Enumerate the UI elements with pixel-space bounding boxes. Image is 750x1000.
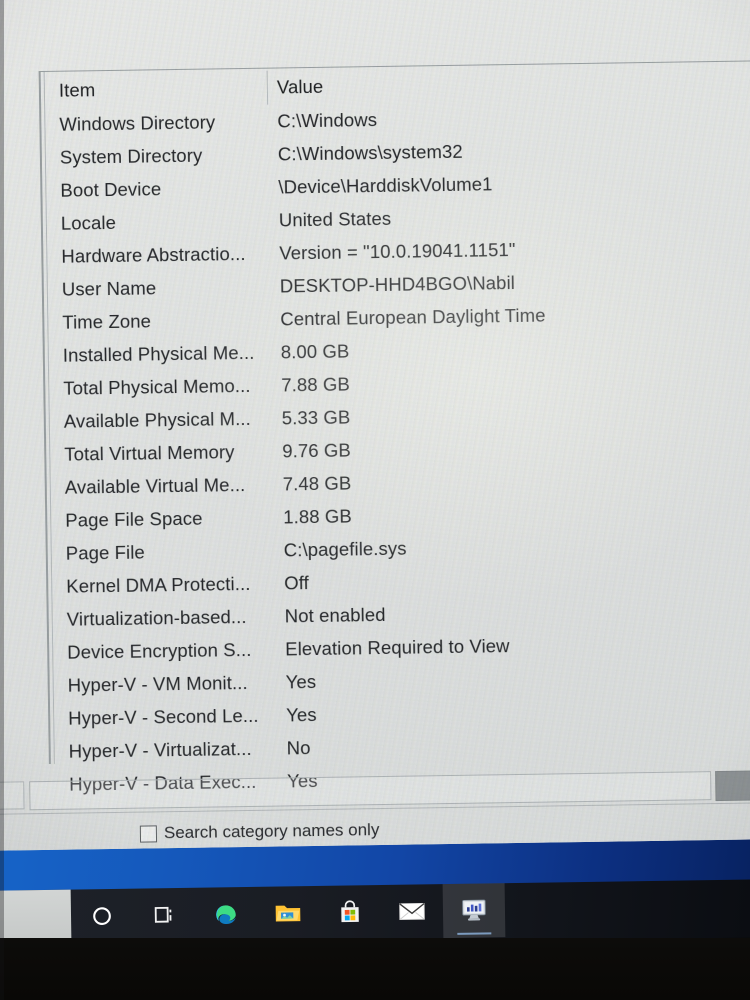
table-cell-value: Version = "10.0.19041.1151" (279, 238, 516, 263)
table-cell-item: Hyper-V - Virtualizat... (68, 737, 252, 762)
taskbar-item-microsoft-edge[interactable] (195, 887, 258, 942)
table-cell-item: Available Physical M... (63, 407, 251, 432)
table-cell-value: C:\Windows (277, 108, 378, 132)
table-cell-item: Total Physical Memo... (63, 374, 251, 399)
table-cell-item: Kernel DMA Protecti... (66, 572, 251, 597)
table-cell-item: Hardware Abstractio... (61, 242, 246, 267)
table-cell-value: Elevation Required to View (285, 634, 510, 659)
table-cell-value: \Device\HarddiskVolume1 (278, 172, 493, 197)
table-cell-item: Page File (65, 541, 145, 564)
table-cell-value: C:\pagefile.sys (283, 537, 407, 560)
task-view-icon (152, 904, 176, 926)
taskbar-item-mail[interactable] (381, 884, 444, 939)
table-cell-value: Not enabled (284, 603, 386, 626)
monitor-screen: Item Value Windows Directory C:\Windows Sy… (0, 0, 750, 888)
table-cell-value: Central European Daylight Time (280, 304, 546, 329)
table-cell-value: C:\Windows\system32 (277, 140, 463, 164)
table-cell-item: Hyper-V - VM Monit... (67, 671, 248, 696)
start-button-area[interactable] (0, 889, 72, 941)
taskbar-item-system-information[interactable] (442, 883, 506, 939)
file-explorer-icon (274, 901, 302, 925)
search-category-names-only-row[interactable]: Search category names only (139, 820, 380, 844)
table-cell-value: Yes (286, 703, 317, 725)
table-cell-item: Hyper-V - Second Le... (68, 704, 259, 729)
photo-of-screen: Item Value Windows Directory C:\Windows Sy… (0, 0, 750, 1000)
table-cell-item: System Directory (59, 144, 203, 168)
system-information-icon (460, 897, 488, 923)
monitor-bezel-left (0, 0, 4, 1000)
system-information-window: Item Value Windows Directory C:\Windows Sy… (0, 0, 750, 842)
table-cell-value: United States (278, 207, 392, 230)
find-button[interactable] (715, 770, 750, 802)
table-cell-item: Total Virtual Memory (64, 440, 235, 465)
table-cell-value: 1.88 GB (283, 504, 352, 527)
monitor-bezel (0, 938, 750, 1000)
taskbar-item-microsoft-store[interactable] (319, 885, 382, 940)
table-cell-value: 5.33 GB (281, 405, 351, 428)
table-cell-value: 8.00 GB (280, 339, 350, 362)
table-cell-value: DESKTOP-HHD4BGO\Nabil (279, 271, 516, 296)
table-cell-value: 7.48 GB (282, 471, 352, 494)
taskbar-icon-list (71, 883, 506, 943)
table-cell-item: Available Virtual Me... (64, 473, 246, 498)
taskbar-item-task-view[interactable] (133, 888, 196, 943)
microsoft-edge-icon (213, 901, 239, 927)
table-cell-value: 9.76 GB (282, 438, 351, 461)
table-cell-item: User Name (61, 276, 157, 300)
search-category-names-only-checkbox[interactable] (139, 824, 158, 843)
search-input[interactable] (29, 771, 712, 811)
table-cell-value: Yes (285, 670, 317, 692)
table-cell-item: Boot Device (60, 177, 162, 201)
taskbar-item-cortana[interactable] (71, 889, 134, 944)
table-cell-item: Windows Directory (59, 110, 216, 135)
mail-icon (398, 900, 426, 922)
microsoft-store-icon (337, 899, 363, 925)
column-header-value[interactable]: Value (267, 69, 750, 98)
table-cell-item: Time Zone (62, 309, 152, 333)
table-cell-value: No (286, 736, 311, 758)
table-cell-item: Installed Physical Me... (62, 341, 255, 366)
table-cell-item: Locale (60, 211, 117, 234)
search-category-names-only-label: Search category names only (163, 820, 380, 843)
table-cell-item: Virtualization-based... (66, 605, 247, 630)
table-cell-item: Device Encryption S... (67, 638, 252, 663)
taskbar-item-file-explorer[interactable] (257, 886, 320, 941)
table-cell-value: Off (284, 571, 310, 593)
system-summary-table[interactable]: Item Value Windows Directory C:\Windows Sy… (38, 60, 750, 794)
cortana-icon (91, 905, 113, 927)
column-header-item[interactable]: Item (45, 76, 267, 101)
table-cell-value: 7.88 GB (281, 372, 351, 395)
table-cell-item: Page File Space (65, 507, 203, 531)
